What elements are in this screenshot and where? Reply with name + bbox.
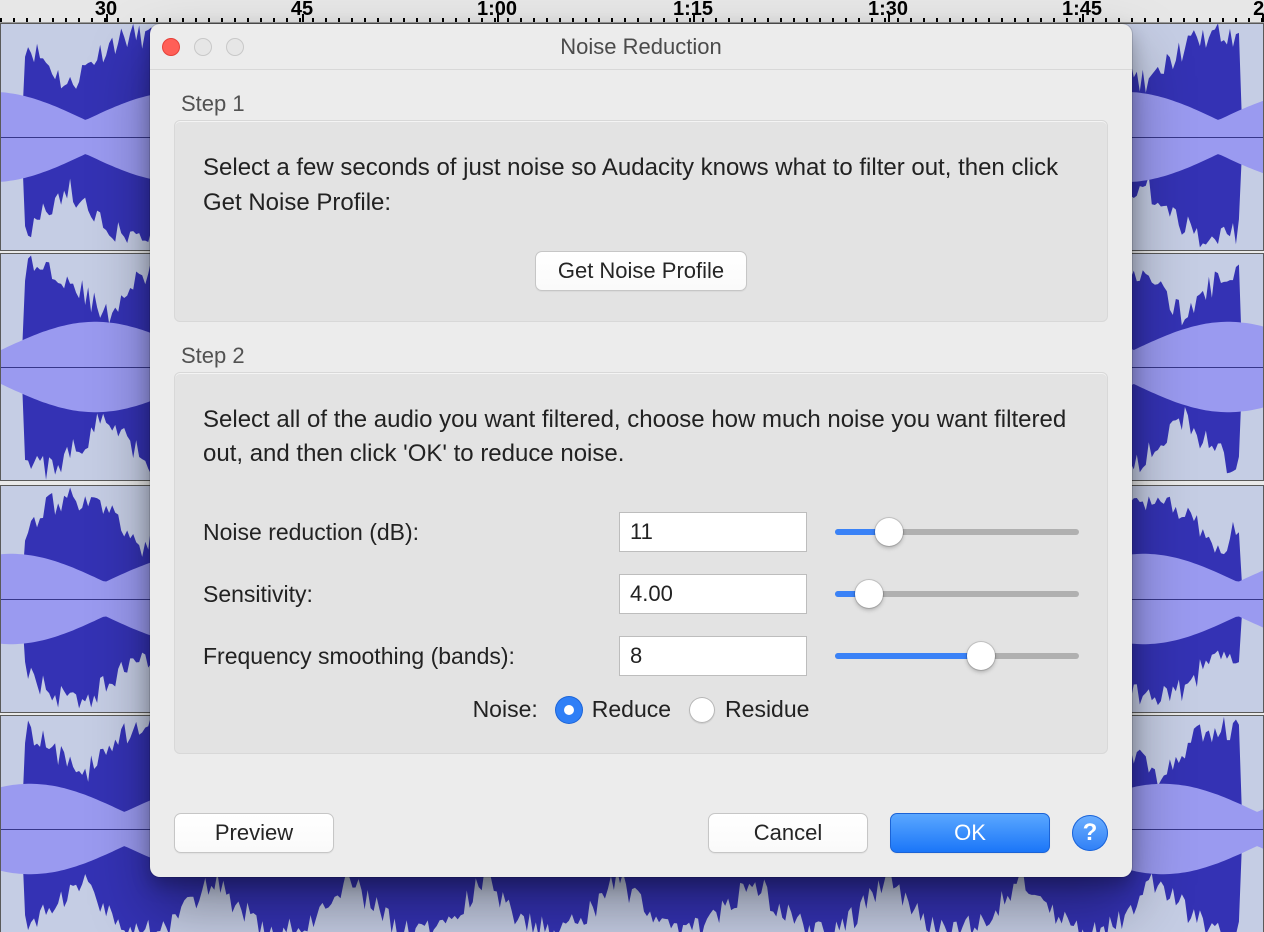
step1-legend: Step 1: [181, 91, 245, 117]
frequency-smoothing-label: Frequency smoothing (bands):: [203, 643, 591, 670]
noise-reduction-label: Noise reduction (dB):: [203, 519, 591, 546]
sensitivity-slider[interactable]: [835, 583, 1079, 605]
noise-residue-radio-label: Residue: [725, 696, 809, 723]
frequency-smoothing-slider[interactable]: [835, 645, 1079, 667]
step2-group: Step 2 Select all of the audio you want …: [174, 372, 1108, 755]
step1-group: Step 1 Select a few seconds of just nois…: [174, 120, 1108, 322]
step2-legend: Step 2: [181, 343, 245, 369]
help-button[interactable]: ?: [1072, 815, 1108, 851]
sensitivity-input[interactable]: [619, 574, 807, 614]
titlebar: Noise Reduction: [150, 24, 1132, 70]
noise-radio-label: Noise:: [473, 696, 538, 723]
timeline-ruler: 30451:001:151:301:452:: [0, 0, 1264, 23]
noise-reduction-slider[interactable]: [835, 521, 1079, 543]
step2-description: Select all of the audio you want filtere…: [203, 403, 1079, 473]
noise-reduction-dialog: Noise Reduction Step 1 Select a few seco…: [150, 24, 1132, 877]
window-title: Noise Reduction: [560, 34, 721, 60]
noise-residue-radio[interactable]: Residue: [689, 696, 809, 723]
minimize-window-button: [194, 38, 212, 56]
sensitivity-label: Sensitivity:: [203, 581, 591, 608]
preview-button[interactable]: Preview: [174, 813, 334, 853]
step1-description: Select a few seconds of just noise so Au…: [203, 151, 1079, 221]
get-noise-profile-button[interactable]: Get Noise Profile: [535, 251, 747, 291]
zoom-window-button: [226, 38, 244, 56]
noise-reduce-radio[interactable]: Reduce: [556, 696, 671, 723]
noise-reduce-radio-label: Reduce: [592, 696, 671, 723]
ok-button[interactable]: OK: [890, 813, 1050, 853]
close-window-button[interactable]: [162, 38, 180, 56]
noise-reduction-input[interactable]: [619, 512, 807, 552]
cancel-button[interactable]: Cancel: [708, 813, 868, 853]
frequency-smoothing-input[interactable]: [619, 636, 807, 676]
